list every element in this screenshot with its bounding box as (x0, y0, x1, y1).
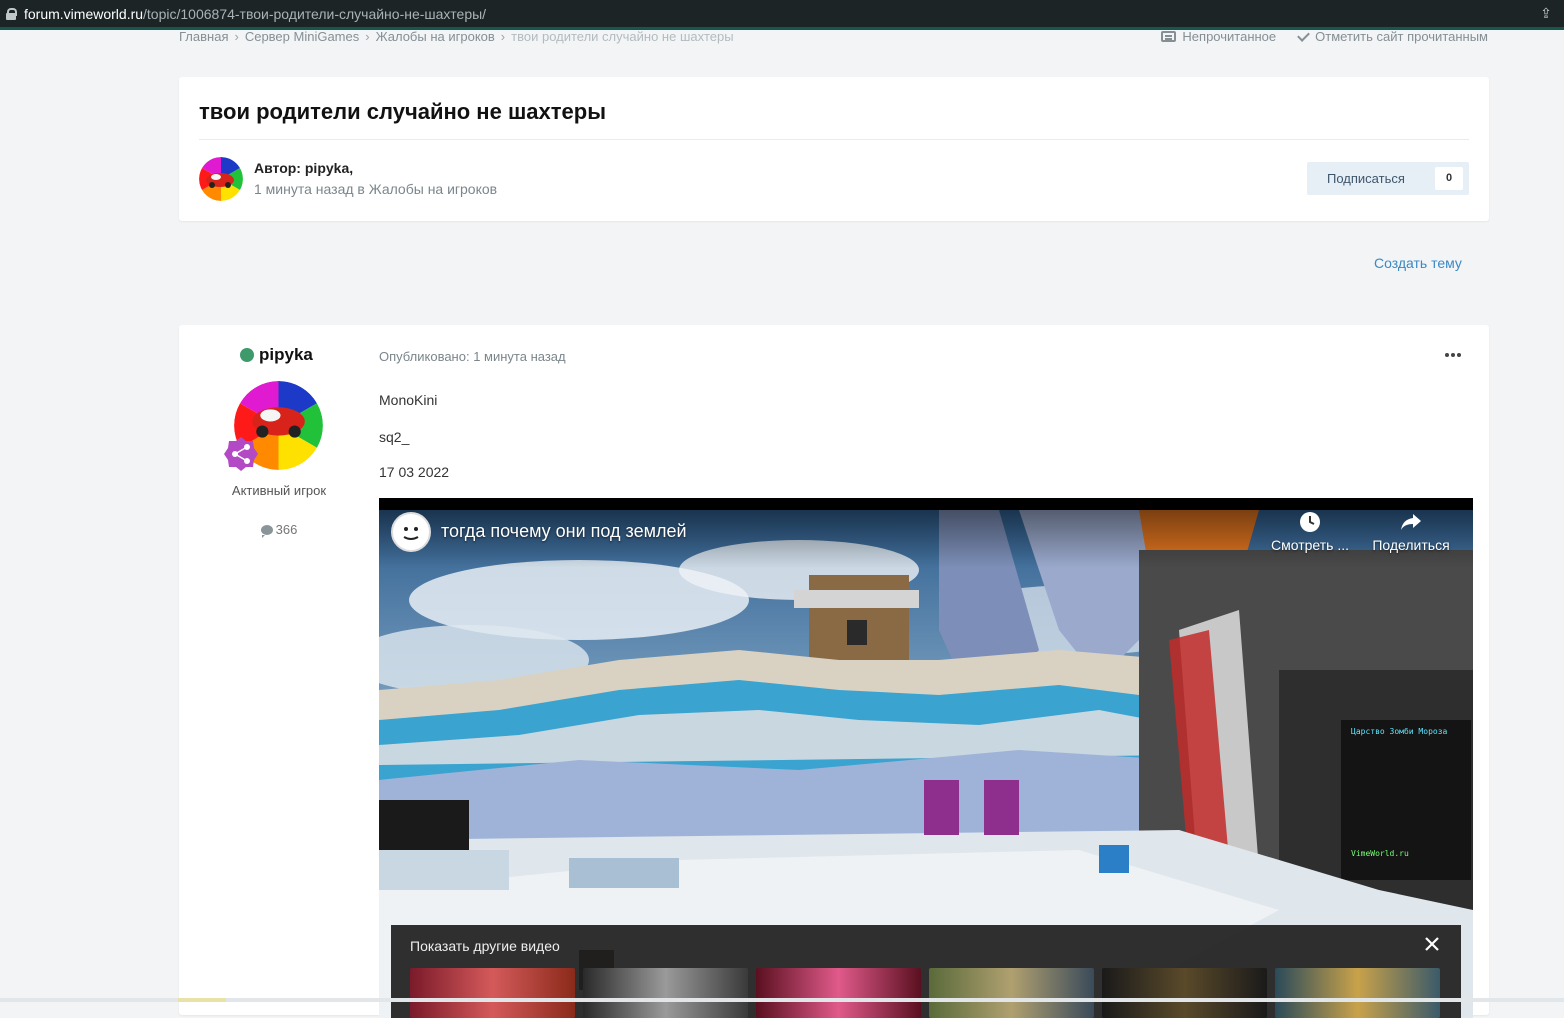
page-title: твои родители случайно не шахтеры (199, 99, 606, 124)
topic-header: твои родители случайно не шахтеры Автор:… (179, 77, 1489, 221)
svg-text:Царство Зомби Мороза: Царство Зомби Мороза (1351, 726, 1448, 736)
breadcrumb-home[interactable]: Главная (179, 29, 228, 44)
breadcrumb-current: твои родители случайно не шахтеры (511, 29, 734, 44)
video-thumbnail[interactable] (756, 968, 921, 1018)
clock-icon (1300, 512, 1320, 532)
post-text-line: 17 03 2022 (379, 464, 450, 480)
breadcrumb-minigames[interactable]: Сервер MiniGames (245, 29, 359, 44)
post-date: Опубликовано: 1 минута назад (379, 349, 566, 364)
unread-label: Непрочитанное (1182, 29, 1277, 44)
watch-later-label: Смотреть ... (1271, 537, 1349, 553)
video-title[interactable]: тогда почему они под землей (441, 521, 687, 542)
author-line: Автор: pipyka, (254, 160, 353, 176)
lock-icon (6, 7, 17, 20)
svg-text:VimeWorld.ru: VimeWorld.ru (1351, 849, 1409, 858)
online-status-icon (240, 348, 254, 362)
video-thumbnail[interactable] (929, 968, 1094, 1018)
breadcrumb-complaints[interactable]: Жалобы на игроков (376, 29, 495, 44)
post-text-line: sq2_ (379, 429, 410, 445)
top-actions: Непрочитанное Отметить сайт прочитанным (1161, 28, 1488, 44)
post-count: 366 (179, 522, 379, 538)
video-share-label: Поделиться (1372, 537, 1450, 553)
share-arrow-icon (1401, 514, 1421, 530)
more-dot (1457, 353, 1461, 357)
related-videos (410, 968, 1440, 1018)
divider (199, 139, 1469, 140)
follow-label: Подписаться (1327, 171, 1405, 186)
mark-read-link[interactable]: Отметить сайт прочитанным (1297, 28, 1488, 44)
follow-button[interactable]: Подписаться 0 (1307, 162, 1469, 195)
url-host: forum.vimeworld.ru (24, 5, 144, 22)
rank-badge-icon (223, 436, 259, 472)
chevron-right-icon: › (234, 29, 239, 44)
video-share-button[interactable]: Поделиться (1369, 511, 1453, 553)
video-thumbnail[interactable] (410, 968, 575, 1018)
post-text-line: MonoKini (379, 392, 438, 408)
breadcrumb: Главная › Сервер MiniGames › Жалобы на игр… (179, 29, 734, 44)
mark-read-label: Отметить сайт прочитанным (1315, 29, 1488, 44)
author-link[interactable]: pipyka, (305, 160, 353, 176)
topic-meta: 1 минута назад в Жалобы на игроков (254, 181, 498, 197)
user-rank: Активный игрок (231, 483, 327, 498)
post-author-name[interactable]: pipyka (259, 345, 313, 365)
follow-count: 0 (1435, 167, 1463, 190)
more-dot (1445, 353, 1449, 357)
post-menu-button[interactable] (1445, 353, 1461, 357)
more-videos-title: Показать другие видео (410, 938, 560, 954)
close-icon[interactable] (1423, 935, 1441, 953)
video-thumbnail[interactable] (1102, 968, 1267, 1018)
channel-avatar[interactable] (391, 512, 431, 552)
video-thumbnail[interactable] (1275, 968, 1440, 1018)
author-prefix: Автор: (254, 160, 301, 176)
browser-address-bar[interactable]: forum.vimeworld.ru/topic/1006874-твои-ро… (0, 0, 1564, 27)
create-topic-button[interactable]: Создать тему (1374, 255, 1462, 271)
video-embed[interactable]: Царство Зомби Мороза VimeWorld.ru тогда … (379, 498, 1473, 1018)
chevron-right-icon: › (365, 29, 370, 44)
video-thumbnail[interactable] (583, 968, 748, 1018)
newspaper-icon (1161, 31, 1177, 42)
unread-link[interactable]: Непрочитанное (1161, 29, 1276, 44)
check-icon (1297, 28, 1311, 42)
post: pipyka Активный игрок 366 Опубликовано: … (179, 325, 1489, 1018)
bottom-bar-segment (178, 998, 226, 1002)
post-count-value: 366 (275, 522, 298, 537)
watch-later-button[interactable]: Смотреть ... (1265, 511, 1355, 553)
share-page-icon[interactable]: ⇪ (1538, 5, 1554, 21)
more-videos-panel: Показать другие видео (391, 925, 1461, 1018)
page-bottom-bar (0, 998, 1564, 1002)
comment-icon (260, 525, 273, 538)
url-path: /topic/1006874-твои-родители-случайно-не… (143, 5, 487, 22)
chevron-right-icon: › (500, 29, 506, 44)
author-avatar[interactable] (199, 157, 243, 201)
more-dot (1451, 353, 1455, 357)
